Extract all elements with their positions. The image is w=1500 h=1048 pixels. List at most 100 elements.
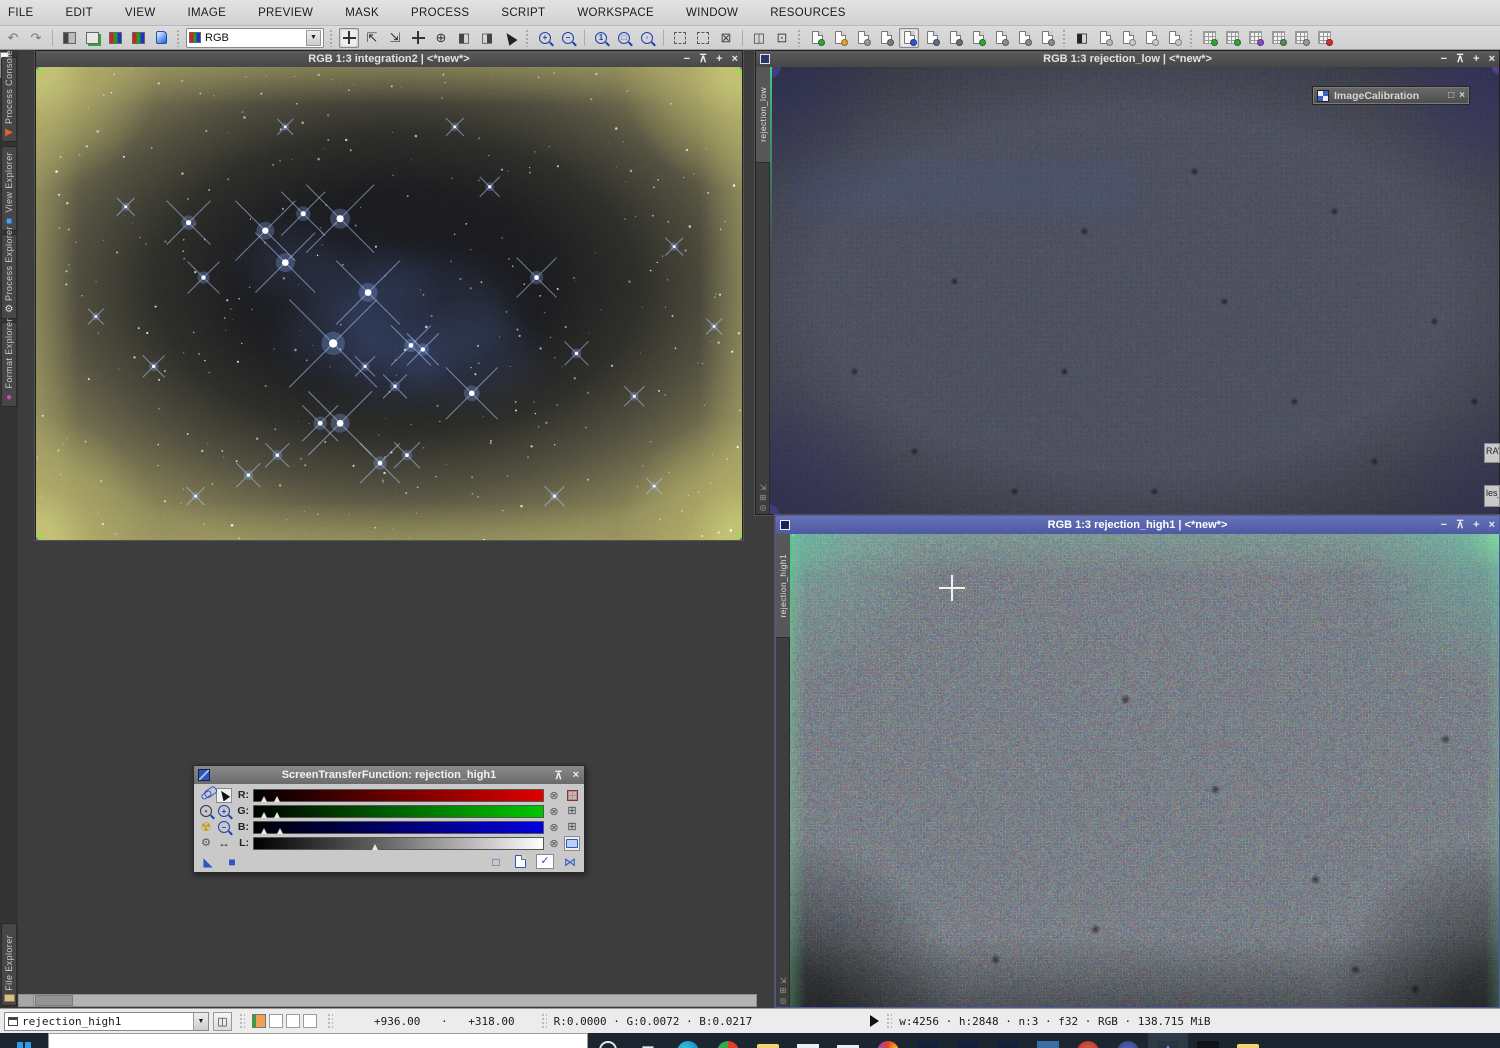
right-edge-tab-les[interactable]: les_ <box>1484 485 1500 507</box>
rejection-low-side-tab[interactable]: rejection_low <box>756 67 770 163</box>
zoom-out-icon[interactable]: − <box>558 28 578 48</box>
menu-item-mask[interactable]: MASK <box>341 5 383 21</box>
stf-profile-icon[interactable] <box>1245 28 1265 48</box>
reset-channel-icon[interactable]: ⊗ <box>546 788 562 803</box>
stf-reset-icon[interactable] <box>1314 28 1334 48</box>
stf-edit-instance-icon[interactable] <box>512 854 528 869</box>
menu-item-resources[interactable]: RESOURCES <box>766 5 850 21</box>
taskbar-app-lr[interactable]: Lr <box>908 1033 948 1048</box>
new-image-window-icon[interactable] <box>82 28 102 48</box>
stf-link-icon[interactable] <box>1291 28 1311 48</box>
mask-show-icon[interactable]: ◧ <box>1072 28 1092 48</box>
window-mode-icon[interactable] <box>780 520 790 530</box>
taskbar-app-lrc[interactable]: Lrc <box>948 1033 988 1048</box>
reset-channel-icon[interactable]: ⊗ <box>546 836 562 851</box>
restore-view-icon[interactable]: ⇲ <box>385 28 405 48</box>
mask-edit-icon[interactable] <box>1095 28 1115 48</box>
image-calibration-window[interactable]: ImageCalibration □ × <box>1312 86 1470 105</box>
screen-delete-icon[interactable] <box>853 28 873 48</box>
color-channels-icon[interactable] <box>105 28 125 48</box>
menu-item-script[interactable]: SCRIPT <box>497 5 549 21</box>
mask-invert-icon[interactable] <box>1118 28 1138 48</box>
screen-left-icon[interactable]: ◧ <box>454 28 474 48</box>
stf-slider-b[interactable] <box>253 821 544 834</box>
image-upload-icon[interactable] <box>945 28 965 48</box>
iconize-icon[interactable]: − <box>1441 51 1447 67</box>
slider-marker[interactable] <box>274 796 280 802</box>
taskbar-app-edge[interactable] <box>668 1033 708 1048</box>
stf-new-instance-icon[interactable]: □ <box>488 854 504 869</box>
stf-slider-g[interactable] <box>253 805 544 818</box>
strip-resize-icon[interactable]: ⇲ <box>760 484 767 492</box>
taskbar-app-dxo[interactable]: DxO <box>1188 1033 1228 1048</box>
link-icon[interactable] <box>198 788 214 803</box>
scrollbar-thumb[interactable] <box>35 995 73 1006</box>
drag-handle[interactable] <box>327 1013 333 1029</box>
sidebar-tab-process-explorer[interactable]: Process Explorer⚙ <box>1 234 17 319</box>
rejection-low-canvas[interactable] <box>770 67 1499 514</box>
new-preview-mode-icon[interactable] <box>670 28 690 48</box>
stf-reset-icon[interactable]: ⋈ <box>562 854 578 869</box>
taskbar-app-mail[interactable] <box>828 1033 868 1048</box>
rejection-high1-canvas[interactable] <box>790 534 1499 1007</box>
mask-enable-icon[interactable] <box>1141 28 1161 48</box>
right-edge-tab-raw[interactable]: RAW <box>1484 443 1500 463</box>
workspace-square-1[interactable] <box>252 1014 266 1028</box>
close-icon[interactable]: × <box>732 51 738 67</box>
close-icon[interactable]: × <box>1459 90 1465 101</box>
maximize-view-icon[interactable]: ⇱ <box>362 28 382 48</box>
strip-resize-icon[interactable]: ⇲ <box>780 977 787 985</box>
center-view-icon[interactable]: ⊕ <box>431 28 451 48</box>
menu-item-file[interactable]: FILE <box>4 5 38 21</box>
mask-select-icon[interactable] <box>1164 28 1184 48</box>
dropdown-arrow-icon[interactable]: ▼ <box>306 30 321 46</box>
view-mode-button[interactable]: ◫ <box>213 1012 232 1031</box>
taskbar-app-store[interactable] <box>788 1033 828 1048</box>
image-refresh-icon[interactable] <box>968 28 988 48</box>
view-selector[interactable]: rejection_high1 ▼ <box>4 1012 209 1031</box>
duplicate-window-icon[interactable]: ◫ <box>749 28 769 48</box>
shade-icon[interactable]: ⊼ <box>699 51 707 67</box>
zoom-optimal-icon[interactable]: ◦ <box>637 28 657 48</box>
screen-new-icon[interactable] <box>807 28 827 48</box>
dropdown-arrow-icon[interactable]: ▼ <box>193 1013 208 1030</box>
pointer-icon[interactable] <box>216 788 232 803</box>
taskbar-search[interactable]: Taper ici pour rechercher <box>48 1033 588 1048</box>
edit-parameters-icon[interactable]: ⊞ <box>564 804 580 819</box>
menu-item-edit[interactable]: EDIT <box>62 5 97 21</box>
slider-marker[interactable] <box>261 796 267 802</box>
slider-marker[interactable] <box>261 828 267 834</box>
workspace-square-4[interactable] <box>303 1014 317 1028</box>
drag-handle[interactable] <box>886 1013 892 1029</box>
stf-table-icon[interactable] <box>1268 28 1288 48</box>
dynamic-crop-icon[interactable]: ⊠ <box>716 28 736 48</box>
start-button[interactable] <box>0 1033 48 1048</box>
stf-auto-stretch-icon[interactable] <box>1199 28 1219 48</box>
history-back-icon[interactable] <box>991 28 1011 48</box>
stf-edit-icon[interactable] <box>1222 28 1242 48</box>
rejection-low-titlebar[interactable]: RGB 1:3 rejection_low | <*new*> −⊼+× <box>756 51 1499 67</box>
stf-slider-l[interactable] <box>253 837 544 850</box>
zoom-out-icon[interactable]: − <box>216 820 232 835</box>
zoom-window-icon[interactable]: + <box>716 51 722 67</box>
extract-channels-icon[interactable] <box>128 28 148 48</box>
fit-window-icon[interactable]: ⊡ <box>772 28 792 48</box>
edit-parameters-icon[interactable]: ⊞ <box>564 820 580 835</box>
zoom-in-icon[interactable]: + <box>216 804 232 819</box>
play-icon[interactable] <box>870 1015 879 1027</box>
undo-icon[interactable]: ↶ <box>3 28 23 48</box>
taskbar-app-ps[interactable]: Ps <box>988 1033 1028 1048</box>
toolbar-drag-handle[interactable] <box>329 29 334 47</box>
taskbar-app-pixinsight[interactable] <box>1148 1033 1188 1048</box>
stf-enable-button[interactable]: ✓ <box>536 854 554 869</box>
strip-grid-icon[interactable]: ⊞ <box>760 494 767 502</box>
toolbar-drag-handle[interactable] <box>1189 29 1194 47</box>
sidebar-tab-view-explorer[interactable]: View Explorer■ <box>1 146 17 231</box>
workspace-square-2[interactable] <box>269 1014 283 1028</box>
sidebar-tab-format-explorer[interactable]: Format Explorer● <box>1 322 17 407</box>
zoom-window-icon[interactable]: + <box>1473 517 1479 533</box>
toolbar-drag-handle[interactable] <box>1062 29 1067 47</box>
reset-channel-icon[interactable]: ⊗ <box>546 820 562 835</box>
history-mid-icon[interactable] <box>1014 28 1034 48</box>
scroll-left-button[interactable] <box>19 995 34 1006</box>
